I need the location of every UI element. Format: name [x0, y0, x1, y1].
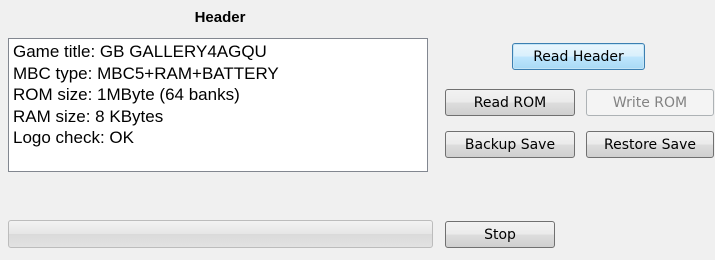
- header-info-box[interactable]: Game title: GB GALLERY4AGQU MBC type: MB…: [8, 38, 428, 172]
- backup-save-button[interactable]: Backup Save: [445, 131, 575, 158]
- header-line-mbc-type: MBC type: MBC5+RAM+BATTERY: [13, 63, 279, 83]
- header-line-rom-size: ROM size: 1MByte (64 banks): [13, 85, 240, 104]
- stop-button[interactable]: Stop: [445, 221, 555, 248]
- restore-save-button[interactable]: Restore Save: [586, 131, 714, 158]
- read-header-button[interactable]: Read Header: [512, 43, 645, 70]
- header-line-ram-size: RAM size: 8 KBytes: [13, 106, 164, 126]
- read-rom-button[interactable]: Read ROM: [445, 89, 575, 116]
- progress-bar: [8, 220, 433, 248]
- app-panel: Header Game title: GB GALLERY4AGQU MBC t…: [0, 0, 715, 260]
- header-line-logo-check: Logo check: OK: [13, 128, 134, 147]
- write-rom-button[interactable]: Write ROM: [586, 89, 714, 116]
- header-title: Header: [194, 9, 246, 26]
- header-line-game-title: Game title: GB GALLERY4AGQU: [13, 42, 267, 61]
